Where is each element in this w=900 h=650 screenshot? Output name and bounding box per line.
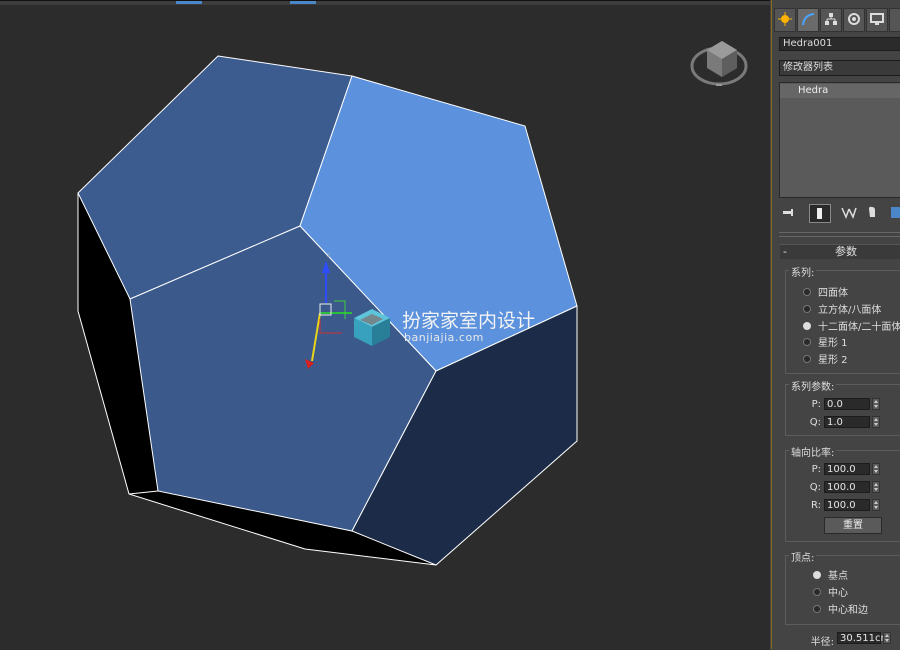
family-params-label: 系列参数: bbox=[789, 378, 837, 393]
reset-button[interactable]: 重置 bbox=[824, 517, 882, 534]
spinner-arrows[interactable] bbox=[883, 632, 891, 644]
spinner-value[interactable]: 100.0 bbox=[824, 499, 870, 511]
spinner-value[interactable]: 30.511cm bbox=[837, 632, 890, 644]
spinner-value[interactable]: 100.0 bbox=[824, 481, 870, 493]
watermark-title: 扮家家室内设计 bbox=[402, 310, 536, 332]
sun-icon bbox=[778, 12, 792, 26]
radio-dot bbox=[803, 288, 811, 296]
create-tab[interactable] bbox=[774, 8, 796, 32]
modifier-stack-item[interactable]: Hedra bbox=[780, 84, 900, 98]
spinner-label: 半径: bbox=[810, 637, 834, 648]
spinner-label: P: bbox=[811, 399, 821, 410]
option-label: 基点 bbox=[828, 571, 848, 582]
family-option-cube-octa[interactable]: 立方体/八面体 bbox=[803, 301, 881, 316]
watermark-site: banjiajia.com bbox=[404, 331, 484, 344]
spinner-value[interactable]: 100.0 bbox=[824, 463, 870, 475]
spinner-arrows[interactable] bbox=[872, 481, 880, 493]
option-label: 十二面体/二十面体 bbox=[818, 322, 900, 333]
spinner-label: Q: bbox=[809, 417, 821, 428]
radio-dot bbox=[813, 605, 821, 613]
remove-modifier-icon[interactable] bbox=[863, 204, 883, 221]
family-label: 系列: bbox=[789, 264, 817, 279]
hierarchy-tab[interactable] bbox=[820, 8, 842, 32]
viewcube[interactable] bbox=[690, 41, 748, 86]
show-end-result-icon[interactable] bbox=[809, 204, 831, 223]
option-label: 星形 2 bbox=[818, 355, 848, 366]
modify-arc-icon bbox=[802, 13, 815, 26]
command-panel: Hedra001 修改器列表 Hedra - 参数 系列: 四面体 立方体/八面… bbox=[771, 0, 900, 649]
svg-text:z: z bbox=[327, 251, 331, 259]
utilities-tab[interactable] bbox=[889, 8, 900, 32]
vertex-option-center-sides[interactable]: 中心和边 bbox=[813, 601, 868, 616]
make-unique-icon[interactable] bbox=[839, 204, 859, 221]
option-label: 星形 1 bbox=[818, 338, 848, 349]
watermark-logo-icon bbox=[354, 309, 390, 346]
modifier-list-dropdown[interactable]: 修改器列表 bbox=[779, 60, 900, 76]
radio-dot bbox=[803, 355, 811, 363]
family-option-dodec-icos[interactable]: 十二面体/二十面体 bbox=[803, 318, 900, 333]
option-label: 中心 bbox=[828, 588, 848, 599]
motion-icon bbox=[848, 13, 860, 25]
spinner-label: P: bbox=[811, 464, 821, 475]
display-monitor-icon bbox=[870, 13, 884, 25]
family-option-tetra[interactable]: 四面体 bbox=[803, 284, 848, 299]
viewport[interactable]: z 扮家家室内设计 banjiajia.com bbox=[0, 0, 770, 650]
configure-modifier-sets-icon[interactable] bbox=[889, 204, 900, 221]
rollout-title: 参数 bbox=[835, 245, 857, 258]
radio-dot bbox=[803, 338, 811, 346]
spinner-arrows[interactable] bbox=[872, 398, 880, 410]
spinner-label: R: bbox=[810, 500, 821, 511]
vertices-label: 顶点: bbox=[789, 549, 817, 564]
spinner-arrows[interactable] bbox=[872, 499, 880, 511]
option-label: 四面体 bbox=[818, 288, 848, 299]
collapse-minus-icon: - bbox=[783, 245, 787, 258]
divider bbox=[779, 232, 900, 233]
radio-dot-selected bbox=[813, 571, 821, 579]
spinner-value[interactable]: 1.0 bbox=[824, 416, 870, 428]
display-tab[interactable] bbox=[866, 8, 888, 32]
family-option-star1[interactable]: 星形 1 bbox=[803, 334, 848, 349]
hierarchy-icon bbox=[825, 13, 837, 25]
spinner-value[interactable]: 0.0 bbox=[824, 398, 870, 410]
parameters-rollout-header[interactable]: - 参数 bbox=[780, 244, 900, 259]
radio-dot-selected bbox=[803, 322, 811, 330]
axis-scaling-label: 轴向比率: bbox=[789, 444, 837, 459]
radio-dot bbox=[813, 588, 821, 596]
motion-tab[interactable] bbox=[843, 8, 865, 32]
option-label: 立方体/八面体 bbox=[818, 305, 882, 316]
stack-toolbar bbox=[779, 204, 900, 223]
object-name-field[interactable]: Hedra001 bbox=[779, 37, 900, 51]
spinner-arrows[interactable] bbox=[872, 416, 880, 428]
vertex-option-center[interactable]: 中心 bbox=[813, 584, 848, 599]
radio-dot bbox=[803, 305, 811, 313]
divider bbox=[779, 236, 900, 237]
family-option-star2[interactable]: 星形 2 bbox=[803, 351, 848, 366]
command-panel-tabs bbox=[772, 8, 900, 34]
pin-stack-icon[interactable] bbox=[779, 204, 799, 221]
modifier-stack[interactable]: Hedra bbox=[779, 82, 900, 198]
spinner-arrows[interactable] bbox=[872, 463, 880, 475]
option-label: 中心和边 bbox=[828, 605, 868, 616]
modify-tab[interactable] bbox=[797, 8, 819, 32]
vertex-option-basepoint[interactable]: 基点 bbox=[813, 567, 848, 582]
spinner-label: Q: bbox=[809, 482, 821, 493]
